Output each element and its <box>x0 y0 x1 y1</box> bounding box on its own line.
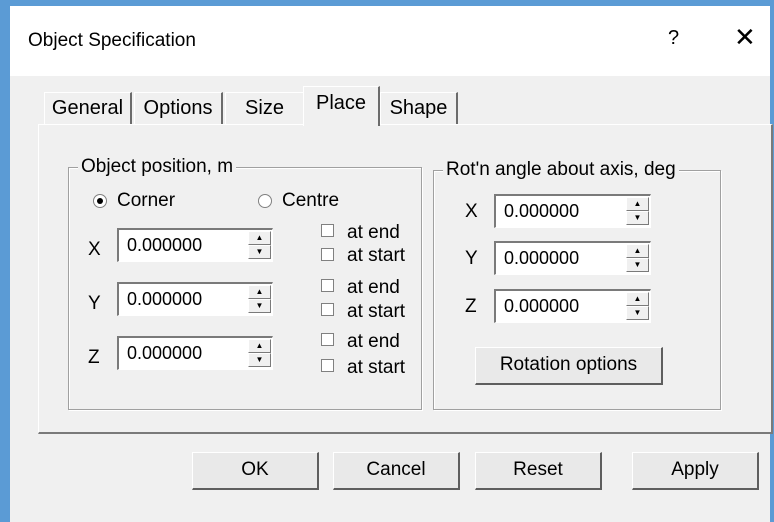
spin-down-icon[interactable]: ▼ <box>248 245 271 259</box>
rotation-z-spinbox[interactable]: 0.000000 ▲ ▼ <box>494 289 651 323</box>
window-title: Object Specification <box>28 30 196 51</box>
spin-up-icon[interactable]: ▲ <box>248 231 271 245</box>
reset-button[interactable]: Reset <box>475 452 602 490</box>
position-x-at-end-checkbox[interactable] <box>321 224 334 237</box>
tab-general[interactable]: General <box>44 92 132 124</box>
corner-radio-label[interactable]: Corner <box>117 190 175 212</box>
tab-place[interactable]: Place <box>303 86 380 126</box>
help-button[interactable]: ? <box>668 27 679 50</box>
rotation-x-spinbox[interactable]: 0.000000 ▲ ▼ <box>494 194 651 228</box>
tab-shape[interactable]: Shape <box>380 92 458 124</box>
centre-radio[interactable] <box>258 194 272 208</box>
position-x-at-end-label[interactable]: at end <box>347 222 400 244</box>
centre-radio-label[interactable]: Centre <box>282 190 339 212</box>
position-z-at-start-checkbox[interactable] <box>321 359 334 372</box>
spin-up-icon[interactable]: ▲ <box>248 285 271 299</box>
rotation-y-label: Y <box>465 248 478 269</box>
rotation-x-value[interactable]: 0.000000 <box>504 201 579 222</box>
spin-down-icon[interactable]: ▼ <box>626 258 649 272</box>
position-x-label: X <box>88 239 101 260</box>
rotation-y-value[interactable]: 0.000000 <box>504 248 579 269</box>
rotation-x-label: X <box>465 201 478 222</box>
corner-radio[interactable] <box>93 194 107 208</box>
position-z-spinbox[interactable]: 0.000000 ▲ ▼ <box>117 336 273 370</box>
tab-options[interactable]: Options <box>134 92 223 124</box>
position-z-at-start-label[interactable]: at start <box>347 357 405 379</box>
tab-size[interactable]: Size <box>225 92 305 124</box>
spin-up-icon[interactable]: ▲ <box>626 244 649 258</box>
apply-button[interactable]: Apply <box>632 452 759 490</box>
position-z-at-end-checkbox[interactable] <box>321 333 334 346</box>
position-x-at-start-checkbox[interactable] <box>321 248 334 261</box>
position-x-spinbox[interactable]: 0.000000 ▲ ▼ <box>117 228 273 262</box>
position-y-at-start-checkbox[interactable] <box>321 303 334 316</box>
position-y-at-end-label[interactable]: at end <box>347 277 400 299</box>
close-icon[interactable]: ✕ <box>734 22 756 53</box>
rotation-legend: Rot'n angle about axis, deg <box>443 160 679 180</box>
object-position-legend: Object position, m <box>78 157 237 177</box>
spin-up-icon[interactable]: ▲ <box>626 197 649 211</box>
position-z-value[interactable]: 0.000000 <box>127 343 202 364</box>
position-y-at-start-label[interactable]: at start <box>347 301 405 323</box>
spin-down-icon[interactable]: ▼ <box>248 299 271 313</box>
spin-up-icon[interactable]: ▲ <box>248 339 271 353</box>
position-y-spinbox[interactable]: 0.000000 ▲ ▼ <box>117 282 273 316</box>
ok-button[interactable]: OK <box>192 452 319 490</box>
cancel-button[interactable]: Cancel <box>333 452 460 490</box>
position-x-value[interactable]: 0.000000 <box>127 235 202 256</box>
position-z-at-end-label[interactable]: at end <box>347 331 400 353</box>
spin-down-icon[interactable]: ▼ <box>626 211 649 225</box>
position-z-label: Z <box>88 347 100 368</box>
spin-down-icon[interactable]: ▼ <box>248 353 271 367</box>
position-y-label: Y <box>88 293 101 314</box>
spin-up-icon[interactable]: ▲ <box>626 292 649 306</box>
rotation-y-spinbox[interactable]: 0.000000 ▲ ▼ <box>494 241 651 275</box>
spin-down-icon[interactable]: ▼ <box>626 306 649 320</box>
position-y-at-end-checkbox[interactable] <box>321 279 334 292</box>
rotation-z-label: Z <box>465 296 477 317</box>
rotation-z-value[interactable]: 0.000000 <box>504 296 579 317</box>
rotation-options-button[interactable]: Rotation options <box>475 347 663 385</box>
position-y-value[interactable]: 0.000000 <box>127 289 202 310</box>
position-x-at-start-label[interactable]: at start <box>347 245 405 267</box>
